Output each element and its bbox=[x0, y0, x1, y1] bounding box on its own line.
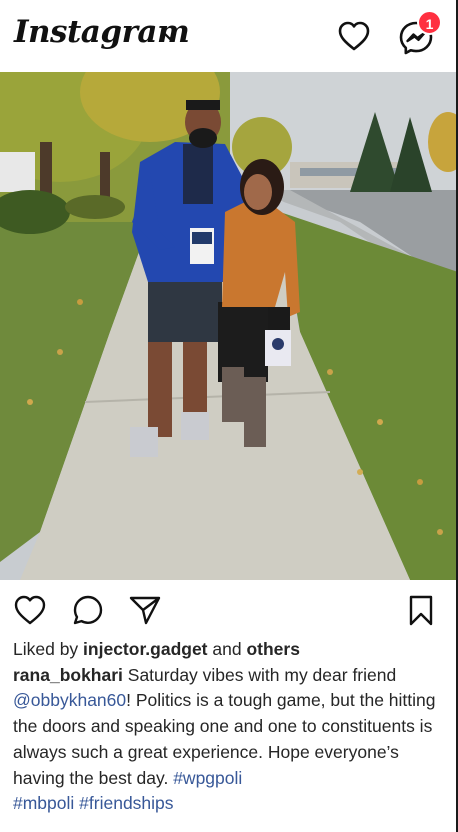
author-username[interactable]: rana_bokhari bbox=[13, 665, 123, 685]
heart-icon[interactable] bbox=[337, 20, 371, 52]
likes-middle: and bbox=[207, 639, 247, 659]
hashtag-link[interactable]: #wpgpoli bbox=[173, 768, 242, 788]
caption-part-1: Saturday vibes with my dear friend bbox=[122, 664, 397, 685]
top-bar: Instagram 1 bbox=[0, 0, 458, 72]
likes-line: Liked by injector.gadget and others bbox=[13, 637, 448, 663]
notification-badge[interactable]: 1 bbox=[417, 10, 442, 35]
post-caption: Liked by injector.gadget and others rana… bbox=[13, 637, 448, 817]
bookmark-icon[interactable] bbox=[404, 593, 438, 627]
like-icon[interactable] bbox=[13, 593, 47, 627]
share-icon[interactable] bbox=[128, 593, 162, 627]
comment-icon[interactable] bbox=[71, 593, 105, 627]
hashtag-link[interactable]: #friendships bbox=[79, 793, 173, 813]
post-image[interactable] bbox=[0, 72, 458, 580]
caption-text: rana_bokhari Saturday vibes with my dear… bbox=[13, 663, 448, 817]
likes-others-link[interactable]: others bbox=[246, 639, 299, 659]
mention-link[interactable]: @obbykhan60 bbox=[13, 690, 126, 710]
likes-prefix: Liked by bbox=[13, 639, 84, 659]
chevron-down-icon[interactable] bbox=[163, 32, 177, 42]
likes-user-link[interactable]: injector.gadget bbox=[83, 639, 207, 659]
post-actions bbox=[0, 585, 458, 635]
hashtag-link[interactable]: #mbpoli bbox=[13, 793, 74, 813]
